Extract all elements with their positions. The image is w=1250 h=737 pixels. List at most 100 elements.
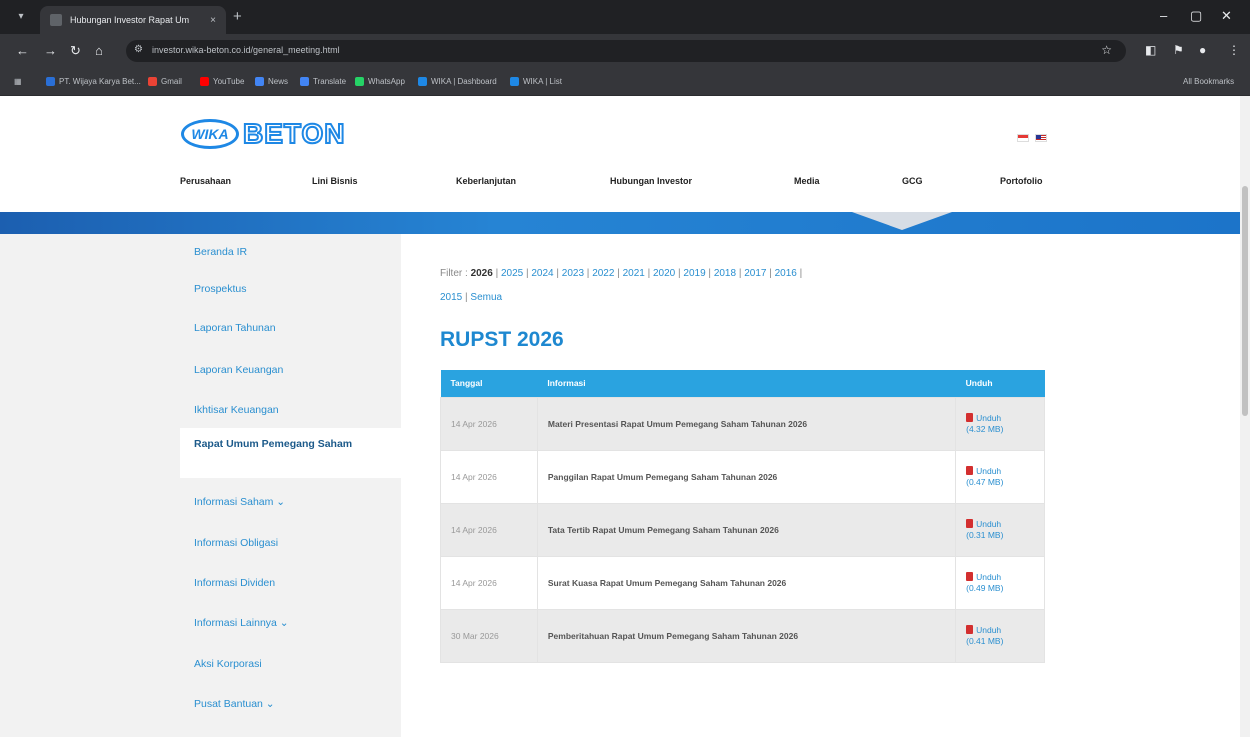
row-date: 30 Mar 2026: [440, 608, 538, 663]
bookmark-3[interactable]: YouTube: [200, 77, 244, 86]
filter-year[interactable]: 2015: [440, 292, 462, 303]
sidebar-item-laporan-keuangan[interactable]: Laporan Keuangan: [194, 364, 283, 376]
extension-icon[interactable]: ◧: [1145, 43, 1156, 57]
nav-gcg[interactable]: GCG: [902, 176, 923, 186]
table-row: 14 Apr 2026 Tata Tertib Rapat Umum Pemeg…: [440, 502, 1045, 557]
download-link[interactable]: Unduh (0.31 MB): [955, 502, 1045, 557]
row-date: 14 Apr 2026: [440, 396, 538, 451]
nav-lini-bisnis[interactable]: Lini Bisnis: [312, 176, 358, 186]
flag-en-icon[interactable]: [1035, 134, 1047, 142]
filter-year[interactable]: 2022: [592, 268, 614, 279]
all-bookmarks[interactable]: All Bookmarks: [1183, 77, 1234, 86]
browser-tab[interactable]: Hubungan Investor Rapat Um ×: [40, 6, 226, 34]
tab-close-icon[interactable]: ×: [210, 15, 216, 26]
nav-perusahaan[interactable]: Perusahaan: [180, 176, 231, 186]
column-header-tanggal: Tanggal: [440, 370, 538, 397]
filter-year[interactable]: 2016: [775, 268, 797, 279]
back-icon[interactable]: ←: [16, 43, 29, 58]
scrollbar-thumb[interactable]: [1242, 186, 1248, 416]
bookmark-4[interactable]: News: [255, 77, 288, 86]
table-row: 14 Apr 2026 Surat Kuasa Rapat Umum Pemeg…: [440, 555, 1045, 610]
nav-keberlanjutan[interactable]: Keberlanjutan: [456, 176, 516, 186]
web-page: WIKA BETON Perusahaan Lini Bisnis Keberl…: [0, 96, 1240, 737]
banner-notch: [852, 212, 952, 230]
pdf-icon: [966, 571, 974, 581]
apps-icon[interactable]: ▦: [14, 77, 22, 86]
filter-year[interactable]: 2017: [744, 268, 766, 279]
download-link[interactable]: Unduh (0.41 MB): [955, 608, 1045, 663]
tab-title: Hubungan Investor Rapat Um: [70, 15, 190, 25]
table-row: 14 Apr 2026 Panggilan Rapat Umum Pemegan…: [440, 449, 1045, 504]
filter-year[interactable]: 2021: [623, 268, 645, 279]
sidebar-item-rups[interactable]: Rapat Umum Pemegang Saham: [180, 428, 401, 478]
filter-year[interactable]: 2019: [683, 268, 705, 279]
pdf-icon: [966, 624, 974, 634]
home-icon[interactable]: ⌂: [95, 43, 103, 58]
sidebar-item-beranda-ir[interactable]: Beranda IR: [194, 246, 247, 258]
row-info: Surat Kuasa Rapat Umum Pemegang Saham Ta…: [536, 555, 957, 610]
extensions-menu-icon[interactable]: ⚑: [1173, 43, 1184, 57]
bookmark-7[interactable]: WIKA | Dashboard: [418, 77, 497, 86]
main-content: Filter : 2026 | 2025 | 2024 | 2023 | 202…: [401, 234, 1240, 737]
close-window-icon[interactable]: ✕: [1221, 8, 1232, 24]
filter-year[interactable]: 2024: [531, 268, 553, 279]
site-logo[interactable]: WIKA BETON: [181, 115, 346, 153]
new-tab-icon[interactable]: +: [233, 8, 242, 25]
nav-media[interactable]: Media: [794, 176, 820, 186]
reload-icon[interactable]: ↻: [70, 43, 81, 59]
download-link[interactable]: Unduh (0.47 MB): [955, 449, 1045, 504]
column-header-informasi: Informasi: [537, 370, 956, 397]
nav-portofolio[interactable]: Portofolio: [1000, 176, 1043, 186]
bookmark-8[interactable]: WIKA | List: [510, 77, 562, 86]
nav-hubungan-investor[interactable]: Hubungan Investor: [610, 176, 692, 186]
row-info: Pemberitahuan Rapat Umum Pemegang Saham …: [536, 608, 957, 663]
filter-year-current[interactable]: 2026: [471, 268, 493, 279]
documents-table: Tanggal Informasi Unduh 14 Apr 2026 Mate…: [440, 370, 1045, 663]
table-header-row: Tanggal Informasi Unduh: [440, 370, 1045, 397]
year-filter: Filter : 2026 | 2025 | 2024 | 2023 | 202…: [440, 268, 803, 303]
filter-year[interactable]: 2025: [501, 268, 523, 279]
language-switcher: [1017, 134, 1047, 142]
download-link[interactable]: Unduh (4.32 MB): [955, 396, 1045, 451]
page-scrollbar[interactable]: [1240, 96, 1250, 737]
filter-all[interactable]: Semua: [470, 292, 502, 303]
filter-year[interactable]: 2018: [714, 268, 736, 279]
bookmark-6[interactable]: WhatsApp: [355, 77, 405, 86]
profile-icon[interactable]: ●: [1199, 43, 1206, 57]
flag-id-icon[interactable]: [1017, 134, 1029, 142]
address-bar[interactable]: ⚙ investor.wika-beton.co.id/general_meet…: [126, 40, 1126, 62]
sidebar-item-informasi-obligasi[interactable]: Informasi Obligasi: [194, 537, 278, 549]
download-link[interactable]: Unduh (0.49 MB): [955, 555, 1045, 610]
bookmarks-bar: ▦ PT. Wijaya Karya Bet... Gmail YouTube …: [0, 68, 1250, 96]
page-title: RUPST 2026: [440, 328, 564, 351]
site-info-icon[interactable]: ⚙: [134, 44, 143, 55]
row-info: Tata Tertib Rapat Umum Pemegang Saham Ta…: [536, 502, 957, 557]
bookmark-star-icon[interactable]: ☆: [1101, 43, 1112, 57]
sidebar-item-ikhtisar-keuangan[interactable]: Ikhtisar Keuangan: [194, 404, 279, 416]
ir-sidebar: Beranda IR Prospektus Laporan Tahunan La…: [180, 234, 401, 737]
row-date: 14 Apr 2026: [440, 502, 538, 557]
sidebar-item-informasi-saham[interactable]: Informasi Saham ⌄: [194, 496, 285, 508]
sidebar-item-informasi-lainnya[interactable]: Informasi Lainnya ⌄: [194, 617, 289, 629]
forward-icon[interactable]: →: [44, 43, 57, 58]
table-row: 30 Mar 2026 Pemberitahuan Rapat Umum Pem…: [440, 608, 1045, 663]
url-text[interactable]: investor.wika-beton.co.id/general_meetin…: [152, 45, 340, 55]
filter-year[interactable]: 2023: [562, 268, 584, 279]
filter-year[interactable]: 2020: [653, 268, 675, 279]
sidebar-item-prospektus[interactable]: Prospektus: [194, 283, 247, 295]
row-info: Materi Presentasi Rapat Umum Pemegang Sa…: [536, 396, 957, 451]
bookmark-2[interactable]: Gmail: [148, 77, 182, 86]
sidebar-item-pusat-bantuan[interactable]: Pusat Bantuan ⌄: [194, 698, 275, 710]
maximize-icon[interactable]: ▢: [1190, 8, 1202, 24]
tab-search-icon[interactable]: ▾: [10, 8, 32, 26]
sidebar-item-laporan-tahunan[interactable]: Laporan Tahunan: [194, 322, 276, 334]
browser-tab-bar: ▾ Hubungan Investor Rapat Um × + – ▢ ✕: [0, 0, 1250, 34]
bookmark-1[interactable]: PT. Wijaya Karya Bet...: [46, 77, 141, 86]
sidebar-item-aksi-korporasi[interactable]: Aksi Korporasi: [194, 658, 262, 670]
bookmark-5[interactable]: Translate: [300, 77, 346, 86]
menu-icon[interactable]: ⋮: [1228, 43, 1240, 57]
filter-label: Filter :: [440, 268, 468, 279]
favicon-icon: [50, 14, 62, 26]
sidebar-item-informasi-dividen[interactable]: Informasi Dividen: [194, 577, 275, 589]
minimize-icon[interactable]: –: [1160, 8, 1167, 23]
